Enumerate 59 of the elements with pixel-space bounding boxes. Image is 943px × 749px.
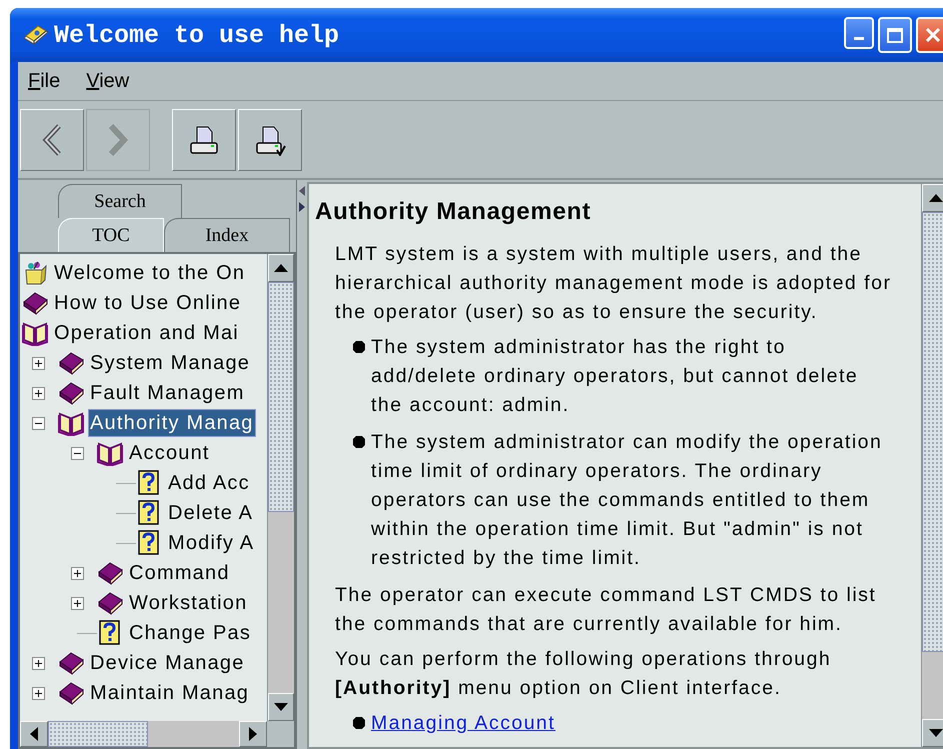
tab[interactable]: Index xyxy=(164,218,290,252)
menu-item[interactable]: File xyxy=(28,70,60,92)
tree-item[interactable]: Authority Manag xyxy=(88,409,256,437)
help-page-icon xyxy=(136,500,162,526)
right-arrow-icon xyxy=(249,727,257,741)
paragraph: LMT system is a system with multiple users, and the hierarchical authority management mode is adopted for the operator (user) so as to ensure the security. xyxy=(335,242,892,325)
tree-item[interactable]: System Manage xyxy=(88,349,252,377)
tree-item[interactable]: How to Use Online xyxy=(52,289,244,317)
tree-item[interactable]: Change Pas xyxy=(127,619,254,647)
tree-item[interactable]: Command xyxy=(127,559,232,587)
tree-item[interactable]: Account xyxy=(127,439,212,467)
help-page-icon xyxy=(97,620,123,646)
tab[interactable]: Search xyxy=(58,184,182,218)
tree-item[interactable]: Operation and Mai xyxy=(52,319,241,347)
tree-item[interactable]: Add Acc xyxy=(166,469,252,497)
heading: Authority Management xyxy=(315,198,592,226)
tree-item[interactable]: Maintain Manag xyxy=(88,679,252,707)
expand-toggle[interactable] xyxy=(32,386,45,400)
link[interactable]: Managing Account xyxy=(371,709,556,738)
tree-item[interactable]: Delete A xyxy=(166,499,256,527)
expand-toggle[interactable] xyxy=(32,686,45,700)
collapse-arrows-icon xyxy=(299,186,305,212)
down-arrow-icon xyxy=(274,703,288,711)
list-item-text: The system administrator can modify the operation time limit of ordinary operators. The ordinary operators can use the commands entitled to them within the operation time limit. But "admin" is not restricted by the time limit. xyxy=(371,430,884,571)
minimize-icon xyxy=(854,37,864,40)
tab[interactable]: TOC xyxy=(58,218,164,252)
collapse-toggle[interactable] xyxy=(32,416,45,430)
bullet-icon xyxy=(353,341,365,353)
tree-item[interactable]: Device Manage xyxy=(88,649,247,677)
scrollbar[interactable] xyxy=(921,184,943,747)
collapse-toggle[interactable] xyxy=(71,446,84,460)
list-item-text: The system administrator has the right to add/delete ordinary operators, but cannot delete the account: admin. xyxy=(371,335,860,418)
menu-item[interactable]: View xyxy=(86,70,130,92)
paragraph: You can perform the following operations through [Authority] menu option on Client interface. xyxy=(335,647,832,701)
minimize-button[interactable] xyxy=(844,17,874,49)
close-icon xyxy=(926,28,940,42)
help-page-icon xyxy=(136,530,162,556)
tree-item[interactable]: Workstation xyxy=(127,589,250,617)
expand-toggle[interactable] xyxy=(71,596,84,610)
bullet-icon xyxy=(353,717,365,729)
down-arrow-icon xyxy=(929,729,943,737)
help-page-icon xyxy=(136,470,162,496)
up-arrow-icon xyxy=(929,194,943,202)
bullet-icon xyxy=(353,436,365,448)
tree-item[interactable]: Fault Managem xyxy=(88,379,247,407)
scrollbar[interactable] xyxy=(20,721,267,747)
scrollbar[interactable] xyxy=(267,254,294,721)
window-title: Welcome to use help xyxy=(54,20,340,50)
tree-item[interactable]: Welcome to the On xyxy=(52,259,248,287)
maximize-icon xyxy=(887,28,903,42)
up-arrow-icon xyxy=(274,264,288,272)
expand-toggle[interactable] xyxy=(32,656,45,670)
tree-item[interactable]: Modify A xyxy=(166,529,256,557)
left-arrow-icon xyxy=(30,727,38,741)
maximize-button[interactable] xyxy=(878,17,912,53)
expand-toggle[interactable] xyxy=(32,356,45,370)
paragraph: The operator can execute command LST CMDS to list the commands that are currently available for him. xyxy=(335,583,878,637)
expand-toggle[interactable] xyxy=(71,566,84,580)
close-button[interactable] xyxy=(916,17,943,53)
